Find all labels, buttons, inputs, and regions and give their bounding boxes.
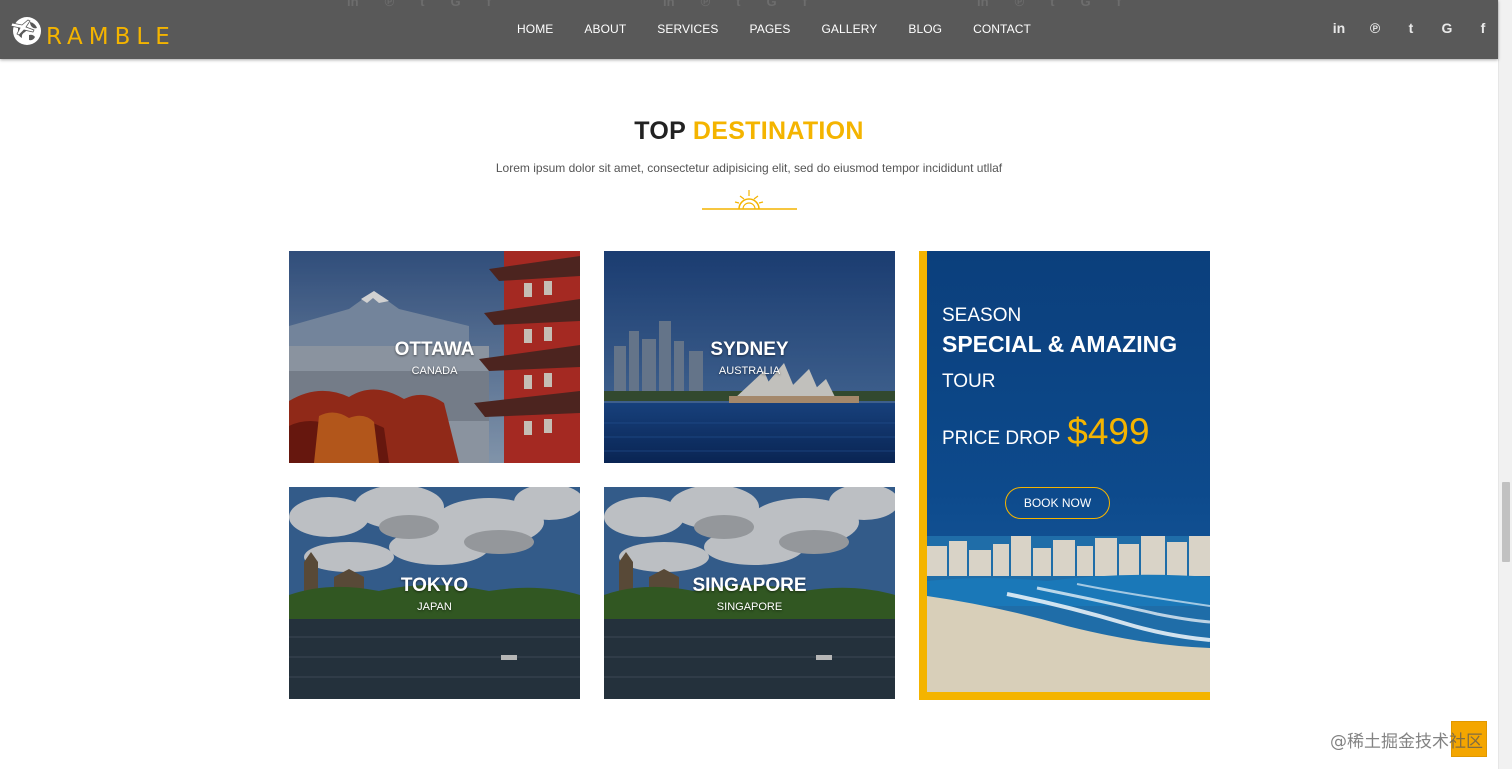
nav-item-services[interactable]: SERVICES (657, 22, 718, 36)
destination-card-singapore[interactable]: SINGAPORE SINGAPORE (604, 487, 895, 699)
pinterest-icon[interactable]: ℗ (1368, 20, 1382, 36)
card-country: JAPAN (417, 601, 452, 613)
ghost-social-icons: in ℗ t Gf (663, 0, 807, 9)
destination-card-tokyo[interactable]: TOKYO JAPAN (289, 487, 580, 699)
scrollbar-thumb[interactable] (1502, 482, 1510, 562)
linkedin-icon[interactable]: in (1332, 20, 1346, 36)
nav-item-pages[interactable]: PAGES (750, 22, 791, 36)
ghost-social-icons: in ℗ t Gf (347, 0, 491, 9)
card-city: SINGAPORE (692, 575, 807, 596)
promo-inner: SEASON SPECIAL & AMAZING TOUR PRICE DROP… (927, 251, 1210, 692)
promo-card: SEASON SPECIAL & AMAZING TOUR PRICE DROP… (919, 251, 1210, 700)
main-nav: HOME ABOUT SERVICES PAGES GALLERY BLOG C… (517, 22, 1062, 36)
section-title-part2: DESTINATION (692, 117, 864, 145)
promo-price: $499 (1067, 411, 1150, 452)
promo-line-3: TOUR (942, 371, 996, 392)
tumblr-icon[interactable]: t (1404, 20, 1418, 36)
promo-price-label: PRICE DROP (942, 428, 1061, 449)
nav-item-home[interactable]: HOME (517, 22, 553, 36)
site-header: in ℗ t Gf in ℗ t Gf in ℗ t Gf RAMBLE HOME ABOUT S… (0, 0, 1498, 59)
section-subtitle: Lorem ipsum dolor sit amet, consectetur … (495, 161, 1003, 175)
nav-item-gallery[interactable]: GALLERY (822, 22, 878, 36)
card-country: SINGAPORE (716, 601, 783, 613)
card-city: OTTAWA (394, 339, 475, 360)
card-country: AUSTRALIA (718, 365, 781, 377)
logo[interactable]: RAMBLE (10, 10, 176, 50)
promo-line-1: SEASON (942, 305, 1022, 326)
nav-item-about[interactable]: ABOUT (584, 22, 626, 36)
globe-plane-icon (10, 17, 41, 45)
ghost-social-icons: in ℗ t Gf (977, 0, 1121, 9)
destination-card-ottawa[interactable]: OTTAWA CANADA (289, 251, 580, 463)
google-icon[interactable]: G (1440, 20, 1454, 36)
section-title-part1: TOP (634, 117, 686, 145)
watermark: @稀土掘金技术社区 (1330, 732, 1483, 752)
card-city: SYDNEY (710, 339, 789, 360)
book-now-button[interactable]: BOOK NOW (1005, 487, 1110, 519)
destination-card-sydney[interactable]: SYDNEY AUSTRALIA (604, 251, 895, 463)
logo-text: RAMBLE (46, 24, 176, 50)
section-title: TOP DESTINATION (0, 117, 1498, 146)
promo-price-row: PRICE DROP $499 (942, 411, 1150, 453)
beach-image (927, 536, 1210, 692)
social-links: in ℗ t G f (1310, 20, 1490, 36)
nav-item-blog[interactable]: BLOG (908, 22, 942, 36)
facebook-icon[interactable]: f (1476, 20, 1490, 36)
sun-divider-icon (702, 190, 797, 210)
card-city: TOKYO (400, 575, 469, 596)
promo-line-2: SPECIAL & AMAZING (942, 331, 1178, 357)
scrollbar[interactable] (1498, 0, 1512, 769)
nav-item-contact[interactable]: CONTACT (973, 22, 1031, 36)
page: in ℗ t Gf in ℗ t Gf in ℗ t Gf RAMBLE HOME ABOUT S… (0, 0, 1512, 769)
card-country: CANADA (411, 365, 458, 377)
